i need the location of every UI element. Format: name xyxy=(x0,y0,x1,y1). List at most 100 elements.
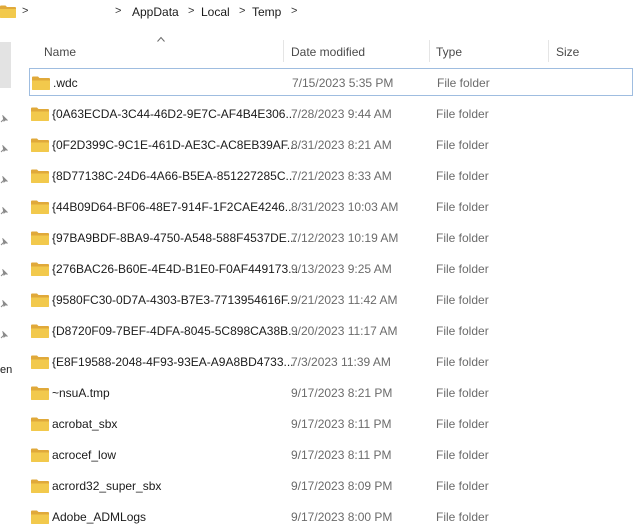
file-type: File folder xyxy=(436,448,489,462)
folder-icon xyxy=(31,138,49,152)
column-type[interactable]: Type xyxy=(436,45,462,59)
chevron-right-icon[interactable]: > xyxy=(188,5,194,17)
file-date-modified: 8/31/2023 8:21 AM xyxy=(291,138,392,152)
file-name: {276BAC26-B60E-4E4D-B1E0-F0AF449173... xyxy=(52,262,299,276)
folder-icon xyxy=(31,417,49,431)
file-name: ~nsuA.tmp xyxy=(52,386,110,400)
file-date-modified: 9/17/2023 8:11 PM xyxy=(291,417,392,431)
file-date-modified: 7/28/2023 9:44 AM xyxy=(291,107,392,121)
folder-icon xyxy=(0,5,16,18)
pin-icon xyxy=(0,269,8,277)
folder-icon xyxy=(31,231,49,245)
folder-icon xyxy=(31,262,49,276)
file-row[interactable]: {44B09D64-BF06-48E7-914F-1F2CAE4246... 8/… xyxy=(28,192,634,220)
column-divider[interactable] xyxy=(283,40,284,62)
file-date-modified: 7/12/2023 10:19 AM xyxy=(291,231,399,245)
file-type: File folder xyxy=(436,417,489,431)
folder-icon xyxy=(31,107,49,121)
file-row[interactable]: {0A63ECDA-3C44-46D2-9E7C-AF4B4E306... 7/2… xyxy=(28,99,634,127)
file-type: File folder xyxy=(436,107,489,121)
file-type: File folder xyxy=(436,293,489,307)
file-type: File folder xyxy=(437,76,490,90)
nav-item-label[interactable]: ent xyxy=(0,364,12,376)
file-name: acrord32_super_sbx xyxy=(52,479,162,493)
folder-icon xyxy=(31,479,49,493)
breadcrumb-local[interactable]: Local xyxy=(201,5,230,19)
folder-icon xyxy=(31,169,49,183)
folder-icon xyxy=(31,324,49,338)
pin-icon xyxy=(0,207,8,215)
file-date-modified: 9/17/2023 8:00 PM xyxy=(291,510,393,524)
pin-icon xyxy=(0,176,8,184)
file-type: File folder xyxy=(436,355,489,369)
file-date-modified: 9/17/2023 8:21 PM xyxy=(291,386,393,400)
file-name: {44B09D64-BF06-48E7-914F-1F2CAE4246... xyxy=(52,200,295,214)
file-type: File folder xyxy=(436,324,489,338)
file-date-modified: 8/31/2023 10:03 AM xyxy=(291,200,399,214)
file-name: acrobat_sbx xyxy=(52,417,118,431)
file-name: {0A63ECDA-3C44-46D2-9E7C-AF4B4E306... xyxy=(52,107,296,121)
folder-icon xyxy=(32,76,50,90)
file-type: File folder xyxy=(436,169,489,183)
file-row[interactable]: {97BA9BDF-8BA9-4750-A548-588F4537DE... 7/… xyxy=(28,223,634,251)
address-bar[interactable]: > > AppData > Local > Temp > xyxy=(0,0,634,28)
file-row[interactable]: {9580FC30-0D7A-4303-B7E3-7713954616F... 9… xyxy=(28,285,634,313)
pin-icon xyxy=(0,145,8,153)
file-type: File folder xyxy=(436,262,489,276)
folder-icon xyxy=(31,510,49,524)
file-date-modified: 7/21/2023 8:33 AM xyxy=(291,169,392,183)
column-divider[interactable] xyxy=(429,40,430,62)
file-name: {9580FC30-0D7A-4303-B7E3-7713954616F... xyxy=(52,293,297,307)
file-name: {97BA9BDF-8BA9-4750-A548-588F4537DE... xyxy=(52,231,297,245)
file-date-modified: 9/13/2023 9:25 AM xyxy=(291,262,392,276)
chevron-right-icon[interactable]: > xyxy=(115,5,121,17)
column-size[interactable]: Size xyxy=(556,45,579,59)
pin-icon xyxy=(0,300,8,308)
breadcrumb-temp[interactable]: Temp xyxy=(252,5,281,19)
pin-icon xyxy=(0,115,8,123)
chevron-right-icon[interactable]: > xyxy=(239,5,245,17)
pin-icon xyxy=(0,238,8,246)
file-name: {8D77138C-24D6-4A66-B5EA-851227285C... xyxy=(52,169,296,183)
column-date-modified[interactable]: Date modified xyxy=(291,45,365,59)
folder-icon xyxy=(31,448,49,462)
file-type: File folder xyxy=(436,510,489,524)
file-name: {0F2D399C-9C1E-461D-AE3C-AC8EB39AF... xyxy=(52,138,297,152)
file-name: .wdc xyxy=(53,76,78,90)
chevron-right-icon[interactable]: > xyxy=(22,5,28,17)
file-date-modified: 9/21/2023 11:42 AM xyxy=(291,293,398,307)
file-date-modified: 9/20/2023 11:17 AM xyxy=(291,324,398,338)
navigation-pane[interactable]: ent xyxy=(0,28,12,527)
file-type: File folder xyxy=(436,479,489,493)
file-row[interactable]: .wdc 7/15/2023 5:35 PM File folder xyxy=(29,68,633,96)
file-row[interactable]: {8D77138C-24D6-4A66-B5EA-851227285C... 7/… xyxy=(28,161,634,189)
file-name: Adobe_ADMLogs xyxy=(52,510,147,524)
pin-icon xyxy=(0,331,8,339)
folder-icon xyxy=(31,293,49,307)
breadcrumb-appdata[interactable]: AppData xyxy=(132,5,179,19)
file-row[interactable]: ~nsuA.tmp 9/17/2023 8:21 PM File folder xyxy=(28,378,634,406)
nav-selected-item[interactable] xyxy=(0,42,11,88)
chevron-right-icon[interactable]: > xyxy=(291,5,297,17)
sort-ascending-icon xyxy=(157,36,165,42)
column-header: Name Date modified Type Size xyxy=(28,34,634,66)
file-type: File folder xyxy=(436,386,489,400)
folder-icon xyxy=(31,200,49,214)
file-name: {E8F19588-2048-4F93-93EA-A9A8BD4733... xyxy=(52,355,294,369)
file-date-modified: 7/3/2023 11:39 AM xyxy=(291,355,391,369)
file-row[interactable]: {276BAC26-B60E-4E4D-B1E0-F0AF449173... 9/… xyxy=(28,254,634,282)
file-row[interactable]: acrord32_super_sbx 9/17/2023 8:09 PM File … xyxy=(28,471,634,499)
file-row[interactable]: {E8F19588-2048-4F93-93EA-A9A8BD4733... 7/… xyxy=(28,347,634,375)
column-name[interactable]: Name xyxy=(44,45,76,59)
file-row[interactable]: acrobat_sbx 9/17/2023 8:11 PM File folder xyxy=(28,409,634,437)
column-divider[interactable] xyxy=(548,40,549,62)
file-row[interactable]: {0F2D399C-9C1E-461D-AE3C-AC8EB39AF... 8/3… xyxy=(28,130,634,158)
file-type: File folder xyxy=(436,138,489,152)
file-name: {D8720F09-7BEF-4DFA-8045-5C898CA38B... xyxy=(52,324,299,338)
file-date-modified: 9/17/2023 8:11 PM xyxy=(291,448,392,462)
folder-icon xyxy=(31,355,49,369)
file-date-modified: 9/17/2023 8:09 PM xyxy=(291,479,393,493)
file-row[interactable]: Adobe_ADMLogs 9/17/2023 8:00 PM File folde… xyxy=(28,502,634,530)
file-row[interactable]: {D8720F09-7BEF-4DFA-8045-5C898CA38B... 9/… xyxy=(28,316,634,344)
file-row[interactable]: acrocef_low 9/17/2023 8:11 PM File folder xyxy=(28,440,634,468)
